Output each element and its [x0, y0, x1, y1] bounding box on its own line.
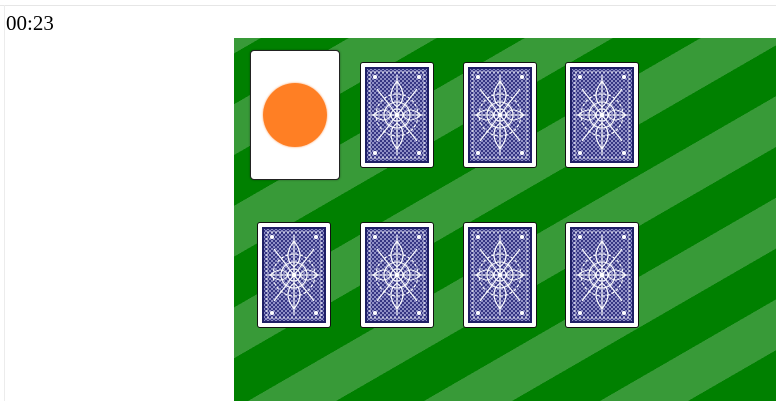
orange-circle-icon [263, 83, 327, 147]
card-back-pattern-icon [468, 227, 532, 323]
card-face-down[interactable] [565, 222, 639, 328]
page-frame-top [0, 5, 776, 6]
card-back-pattern-icon [365, 67, 429, 163]
card-back-pattern-icon [570, 227, 634, 323]
card-face-down[interactable] [360, 62, 434, 168]
card-face-down[interactable] [463, 62, 537, 168]
card-face-down[interactable] [257, 222, 331, 328]
card-face-down[interactable] [565, 62, 639, 168]
page-frame-left [4, 5, 5, 401]
card-back-pattern-icon [570, 67, 634, 163]
game-board [234, 38, 776, 401]
card-back-pattern-icon [262, 227, 326, 323]
card-face-down[interactable] [360, 222, 434, 328]
card-face-up[interactable] [250, 50, 340, 180]
card-back-pattern-icon [365, 227, 429, 323]
game-timer: 00:23 [6, 11, 54, 35]
card-face-down[interactable] [463, 222, 537, 328]
card-back-pattern-icon [468, 67, 532, 163]
